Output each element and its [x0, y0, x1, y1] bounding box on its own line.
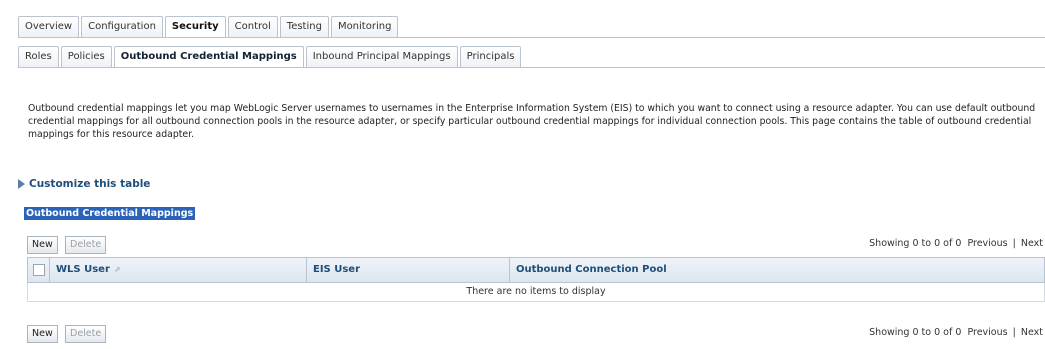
tab-control[interactable]: Control: [227, 16, 278, 37]
pager-separator: |: [1012, 327, 1016, 338]
tab-divider: [18, 37, 1045, 38]
tab-principals[interactable]: Principals: [459, 46, 522, 67]
tab-monitoring[interactable]: Monitoring: [330, 16, 399, 37]
column-header-eis-user[interactable]: EIS User: [307, 258, 510, 282]
customize-table-toggle[interactable]: Customize this table: [18, 178, 150, 190]
empty-message: There are no items to display: [27, 283, 1045, 302]
page-description: Outbound credential mappings let you map…: [28, 103, 1036, 140]
previous-link[interactable]: Previous: [967, 327, 1007, 338]
table-toolbar-top: New Delete Showing 0 to 0 of 0 Previous …: [27, 236, 1045, 254]
select-all-cell: [28, 258, 50, 282]
showing-text: Showing 0 to 0 of 0: [869, 238, 962, 249]
table-caption: Outbound Credential Mappings: [24, 207, 196, 220]
customize-label: Customize this table: [29, 178, 151, 190]
column-header-wls-user[interactable]: WLS User ⇗: [50, 258, 307, 282]
sort-icon[interactable]: ⇗: [114, 265, 121, 274]
pager-separator: |: [1012, 238, 1016, 249]
tab-configuration[interactable]: Configuration: [81, 16, 163, 37]
main-tabs: Overview Configuration Security Control …: [18, 16, 400, 38]
subtab-divider: [18, 67, 1045, 68]
column-header-outbound-connection-pool[interactable]: Outbound Connection Pool: [510, 258, 1045, 282]
tab-inbound-principal-mappings[interactable]: Inbound Principal Mappings: [305, 46, 458, 67]
table-header: WLS User ⇗ EIS User Outbound Connection P…: [27, 257, 1045, 283]
new-button[interactable]: New: [27, 325, 58, 343]
tab-overview[interactable]: Overview: [18, 16, 80, 37]
tab-outbound-credential-mappings[interactable]: Outbound Credential Mappings: [113, 46, 304, 68]
tab-testing[interactable]: Testing: [279, 16, 329, 37]
tab-roles[interactable]: Roles: [18, 46, 59, 67]
delete-button[interactable]: Delete: [65, 325, 107, 343]
next-link[interactable]: Next: [1021, 327, 1043, 338]
column-label: WLS User: [56, 264, 110, 275]
select-all-checkbox[interactable]: [33, 264, 45, 276]
pager: Showing 0 to 0 of 0 Previous | Next: [869, 238, 1043, 249]
tab-policies[interactable]: Policies: [60, 46, 112, 67]
previous-link[interactable]: Previous: [967, 238, 1007, 249]
tab-security[interactable]: Security: [164, 16, 226, 38]
next-link[interactable]: Next: [1021, 238, 1043, 249]
pager: Showing 0 to 0 of 0 Previous | Next: [869, 327, 1043, 338]
table-toolbar-bottom: New Delete Showing 0 to 0 of 0 Previous …: [27, 325, 1045, 343]
security-subtabs: Roles Policies Outbound Credential Mappi…: [18, 46, 523, 68]
expand-triangle-icon: [18, 179, 25, 189]
delete-button[interactable]: Delete: [65, 236, 107, 254]
new-button[interactable]: New: [27, 236, 58, 254]
showing-text: Showing 0 to 0 of 0: [869, 327, 962, 338]
